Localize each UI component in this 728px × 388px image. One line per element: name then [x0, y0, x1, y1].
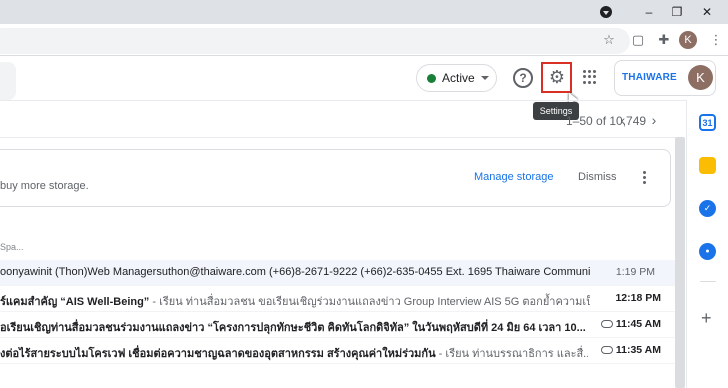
search-bar[interactable]	[0, 62, 16, 100]
address-bar[interactable]	[0, 28, 630, 54]
extensions-puzzle-icon[interactable]: ✚	[654, 30, 674, 50]
status-label: Active	[442, 71, 475, 85]
email-snippet: - เรียน ท่านสื่อมวลชน ขอเรียนเชิญร่วมงาน…	[149, 296, 590, 308]
email-summary: oonyawinit (Thon)Web Managersuthon@thaiw…	[0, 266, 590, 278]
extension-page-icon[interactable]: ▢	[628, 30, 648, 50]
help-icon[interactable]: ?	[513, 68, 533, 88]
email-subject: ร์แคมสำคัญ “AIS Well-Being”	[0, 296, 150, 308]
email-time: 1:19 PM	[615, 266, 655, 278]
email-subject: อเรียนเชิญท่านสื่อมวลชนร่วมงานแถลงข่าว “…	[0, 322, 586, 334]
contacts-icon[interactable]: ●	[699, 243, 716, 260]
email-snippet: - เรียน ท่านบรรณาธิการ และสื่...	[435, 348, 588, 360]
email-subject: งต่อไร้สายระบบไมโครเวฟ เชื่อมต่อความชาญฉ…	[0, 348, 436, 360]
close-button[interactable]: ✕	[698, 3, 716, 21]
side-panel-divider	[700, 281, 716, 282]
add-addon-icon[interactable]: +	[701, 308, 712, 329]
newer-page-icon[interactable]: ›	[646, 111, 662, 129]
email-summary: งต่อไร้สายระบบไมโครเวฟ เชื่อมต่อความชาญฉ…	[0, 344, 588, 362]
email-row[interactable]: อเรียนเชิญท่านสื่อมวลชนร่วมงานแถลงข่าว “…	[0, 312, 676, 338]
brand-logo: THAIWARE	[622, 72, 677, 83]
email-summary: อเรียนเชิญท่านสื่อมวลชนร่วมงานแถลงข่าว “…	[0, 318, 588, 336]
email-row[interactable]: oonyawinit (Thon)Web Managersuthon@thaiw…	[0, 260, 676, 286]
dismiss-button[interactable]: Dismiss	[578, 171, 617, 183]
minimize-button[interactable]: –	[640, 3, 658, 21]
browser-menu-icon[interactable]: ⋮	[706, 30, 726, 50]
storage-banner	[0, 149, 671, 207]
pagination-count: 1–50 of 10,749	[566, 114, 647, 128]
toolbar-divider	[0, 137, 676, 138]
email-row[interactable]: ร์แคมสำคัญ “AIS Well-Being” - เรียน ท่าน…	[0, 286, 676, 312]
manage-storage-button[interactable]: Manage storage	[474, 171, 554, 183]
keep-icon[interactable]	[699, 157, 716, 174]
email-summary: ร์แคมสำคัญ “AIS Well-Being” - เรียน ท่าน…	[0, 292, 590, 310]
email-time: 11:45 AM	[615, 318, 661, 330]
account-avatar[interactable]: K	[688, 65, 713, 90]
apps-grid-icon[interactable]	[583, 70, 597, 84]
more-options-icon[interactable]	[643, 171, 647, 186]
browser-profile-icon[interactable]	[600, 6, 612, 18]
browser-titlebar	[0, 0, 728, 24]
gear-icon[interactable]: ⚙	[547, 67, 567, 87]
status-dropdown[interactable]: Active	[416, 64, 497, 92]
browser-avatar[interactable]: K	[679, 31, 697, 49]
older-page-icon[interactable]: ‹	[615, 111, 631, 129]
tasks-icon[interactable]: ✓	[699, 200, 716, 217]
email-time: 12:18 PM	[615, 292, 661, 304]
maximize-button[interactable]: ❐	[668, 3, 686, 21]
storage-banner-text: buy more storage.	[0, 180, 89, 192]
email-row[interactable]: งต่อไร้สายระบบไมโครเวฟ เชื่อมต่อความชาญฉ…	[0, 338, 676, 364]
email-time: 11:35 AM	[615, 344, 661, 356]
header-divider	[0, 100, 686, 101]
section-label: Spa...	[0, 242, 24, 252]
scrollbar[interactable]	[675, 137, 685, 388]
active-status-dot	[427, 73, 436, 83]
bookmark-star-icon[interactable]: ☆	[599, 30, 619, 50]
calendar-icon[interactable]: 31	[699, 114, 716, 131]
chevron-down-icon	[480, 76, 489, 80]
